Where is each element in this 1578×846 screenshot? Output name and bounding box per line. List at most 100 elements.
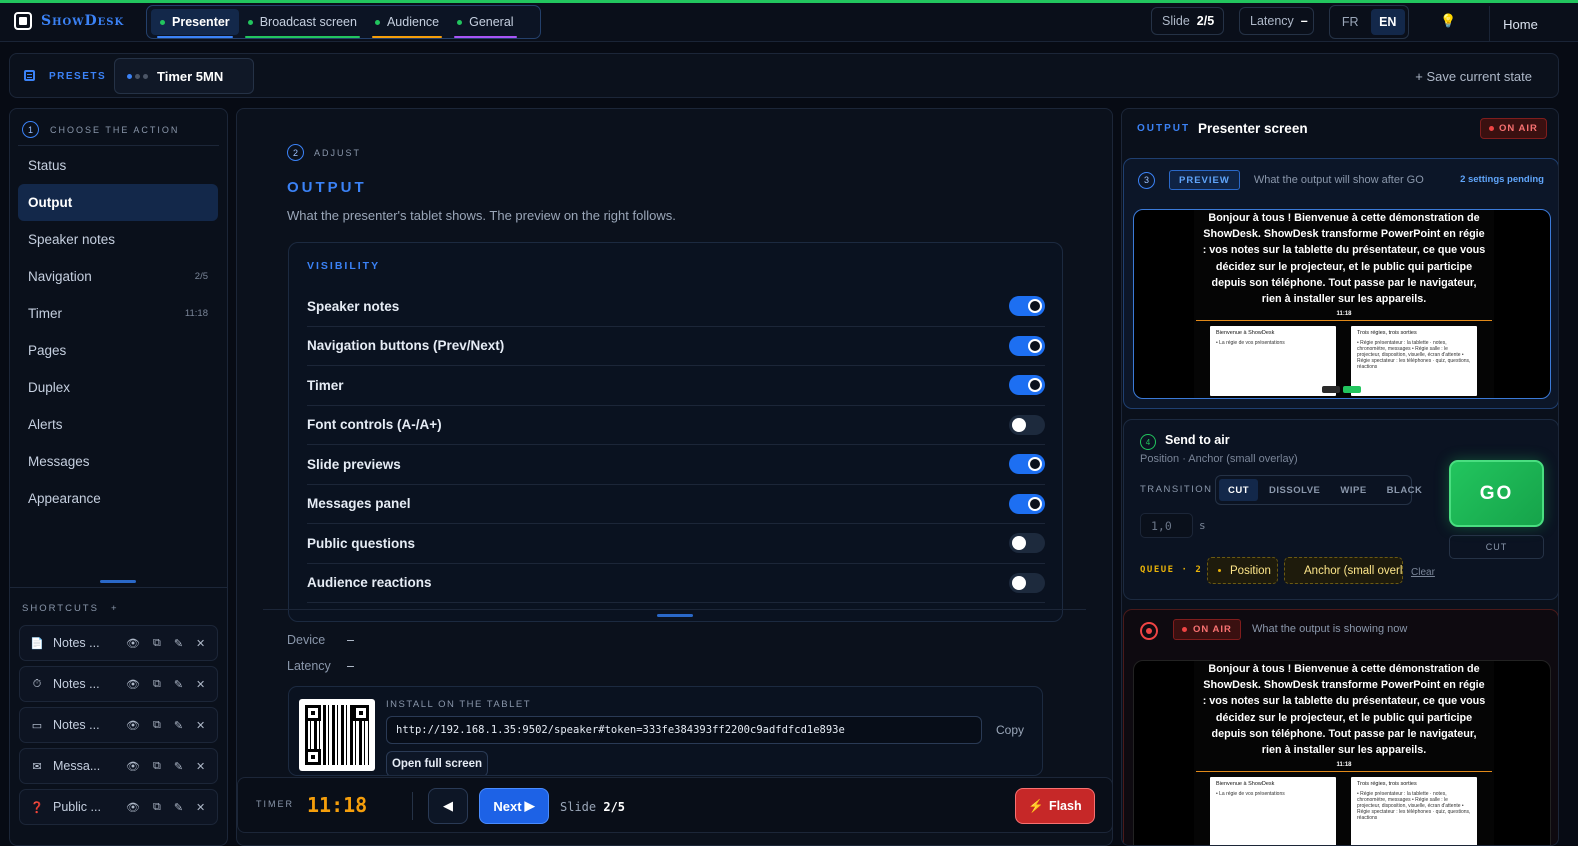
transition-wipe[interactable]: WIPE <box>1331 479 1375 501</box>
close-icon[interactable]: ✕ <box>196 637 205 650</box>
flash-button[interactable]: ⚡ Flash <box>1015 788 1095 824</box>
open-full-screen-button[interactable]: Open full screen <box>386 751 488 775</box>
tab-underline <box>244 36 360 38</box>
adjust-panel: 2 ADJUST OUTPUT What the presenter's tab… <box>236 108 1113 846</box>
preset-timer-5mn[interactable]: Timer 5MN <box>114 58 254 94</box>
toggle-label: Font controls (A-/A+) <box>307 417 442 433</box>
transition-black[interactable]: BLACK <box>1378 479 1432 501</box>
logo-icon <box>14 12 32 30</box>
lang-en[interactable]: EN <box>1370 9 1405 35</box>
nav-item-speaker-notes[interactable]: Speaker notes <box>18 221 218 258</box>
queue-chip-anchor[interactable]: Anchor (small overlay) <box>1284 557 1403 584</box>
duplicate-icon[interactable]: ⧉ <box>153 719 161 732</box>
nav-item-alerts[interactable]: Alerts <box>18 406 218 443</box>
tab-broadcast-screen[interactable]: Broadcast screen <box>239 9 366 38</box>
prev-button[interactable]: ◀ <box>428 788 468 824</box>
close-icon[interactable]: ✕ <box>196 719 205 732</box>
toggle-switch[interactable] <box>1009 375 1045 396</box>
shortcut-item[interactable]: ▭ Notes ... 👁 ⧉ ✎ ✕ <box>19 707 218 743</box>
transition-cut[interactable]: CUT <box>1219 479 1259 501</box>
duplicate-icon[interactable]: ⧉ <box>153 801 161 814</box>
nav-item-navigation[interactable]: Navigation 2/5 <box>18 258 218 295</box>
edit-icon[interactable]: ✎ <box>174 801 183 814</box>
nav-item-pages[interactable]: Pages <box>18 332 218 369</box>
edit-icon[interactable]: ✎ <box>174 760 183 773</box>
duplicate-icon[interactable]: ⧉ <box>153 760 161 773</box>
duration-input[interactable]: 1,0 <box>1140 513 1193 538</box>
toggle-switch[interactable] <box>1009 493 1045 514</box>
transition-selector: CUT DISSOLVE WIPE BLACK <box>1215 475 1422 505</box>
clear-queue-link[interactable]: Clear <box>1411 567 1435 578</box>
send-title: Send to air <box>1165 433 1230 447</box>
eye-icon[interactable]: 👁 <box>126 678 140 691</box>
toggle-switch[interactable] <box>1009 533 1045 554</box>
queue-chip-position[interactable]: Position <box>1207 557 1278 584</box>
app-logo[interactable]: ShowDesk <box>14 12 124 30</box>
nav-label: Duplex <box>28 380 71 395</box>
add-shortcut-button[interactable]: + <box>111 603 119 614</box>
resize-handle[interactable] <box>100 580 136 583</box>
shortcut-label: Notes ... <box>53 636 100 650</box>
copy-button[interactable]: Copy <box>996 723 1024 737</box>
duplicate-icon[interactable]: ⧉ <box>153 678 161 691</box>
nav-label: Timer <box>28 306 62 321</box>
speaker-url-field[interactable]: http://192.168.1.35:9502/speaker#token=3… <box>386 716 982 744</box>
stopwatch-icon: ⏱ <box>32 677 42 690</box>
toggle-switch[interactable] <box>1009 335 1045 356</box>
speaker-notes-text: Bonjour à tous ! Bienvenue à cette démon… <box>1202 663 1486 757</box>
nav-item-status[interactable]: Status <box>18 147 218 184</box>
close-icon[interactable]: ✕ <box>196 801 205 814</box>
lang-fr[interactable]: FR <box>1333 9 1368 35</box>
eye-icon[interactable]: 👁 <box>126 719 140 732</box>
home-button[interactable]: Home <box>1489 6 1551 42</box>
nav-item-appearance[interactable]: Appearance <box>18 480 218 517</box>
edit-icon[interactable]: ✎ <box>174 719 183 732</box>
queue-chip-label: Anchor (small overlay) <box>1304 564 1403 577</box>
eye-icon[interactable]: 👁 <box>126 801 140 814</box>
section-subtitle: What the presenter's tablet shows. The p… <box>287 208 676 223</box>
shortcut-item[interactable]: 📄 Notes ... 👁 ⧉ ✎ ✕ <box>19 625 218 661</box>
output-title: Presenter screen <box>1198 121 1308 136</box>
resize-handle[interactable] <box>657 614 693 617</box>
action-nav: Status Output Speaker notes Navigation 2/… <box>18 147 218 517</box>
shortcut-item[interactable]: ✉ Messa... 👁 ⧉ ✎ ✕ <box>19 748 218 784</box>
tab-audience[interactable]: Audience <box>366 9 448 38</box>
nav-badge: 11:18 <box>184 308 208 319</box>
toggle-switch[interactable] <box>1009 296 1045 317</box>
on-air-label: ON AIR <box>1193 624 1232 635</box>
app-name: ShowDesk <box>41 13 125 29</box>
eye-icon[interactable]: 👁 <box>126 760 140 773</box>
nav-item-messages[interactable]: Messages <box>18 443 218 480</box>
nav-label: Pages <box>28 343 67 358</box>
close-icon[interactable]: ✕ <box>196 678 205 691</box>
edit-icon[interactable]: ✎ <box>174 678 183 691</box>
toggle-switch[interactable] <box>1009 572 1045 593</box>
close-icon[interactable]: ✕ <box>196 760 205 773</box>
next-button[interactable]: Next ▶ <box>479 788 549 824</box>
question-icon: ❓ <box>30 801 44 814</box>
duplicate-icon[interactable]: ⧉ <box>153 637 161 650</box>
nav-item-duplex[interactable]: Duplex <box>18 369 218 406</box>
visibility-card: VISIBILITY Speaker notes Navigation butt… <box>288 242 1063 622</box>
slide-thumbnail-current: Bienvenue à ShowDesk • La régie de vos pr… <box>1210 326 1336 396</box>
slide-indicator: Slide 2/5 <box>560 800 625 814</box>
transition-dissolve[interactable]: DISSOLVE <box>1260 479 1329 501</box>
on-air-label: ON AIR <box>1499 123 1538 134</box>
thumb-text: • Régie présentateur : la tablette · not… <box>1357 340 1471 370</box>
go-button[interactable]: GO <box>1449 460 1544 527</box>
shortcut-item[interactable]: ❓ Public ... 👁 ⧉ ✎ ✕ <box>19 789 218 825</box>
nav-item-timer[interactable]: Timer 11:18 <box>18 295 218 332</box>
toggle-switch[interactable] <box>1009 414 1045 435</box>
toggle-row-font-controls: Font controls (A-/A+) <box>307 406 1045 445</box>
eye-icon[interactable]: 👁 <box>126 637 140 650</box>
nav-item-output[interactable]: Output <box>18 184 218 221</box>
thumb-text: • Régie présentateur : la tablette · not… <box>1357 791 1471 821</box>
shortcut-item[interactable]: ⏱ Notes ... 👁 ⧉ ✎ ✕ <box>19 666 218 702</box>
lightbulb-icon[interactable]: 💡 <box>1440 13 1456 29</box>
toggle-switch[interactable] <box>1009 454 1045 475</box>
save-current-state-button[interactable]: + Save current state <box>1415 69 1532 84</box>
on-air-card: ON AIR What the output is showing now Bo… <box>1123 609 1558 845</box>
tab-presenter[interactable]: Presenter <box>151 9 239 38</box>
tab-general[interactable]: General <box>448 9 522 38</box>
edit-icon[interactable]: ✎ <box>174 637 183 650</box>
